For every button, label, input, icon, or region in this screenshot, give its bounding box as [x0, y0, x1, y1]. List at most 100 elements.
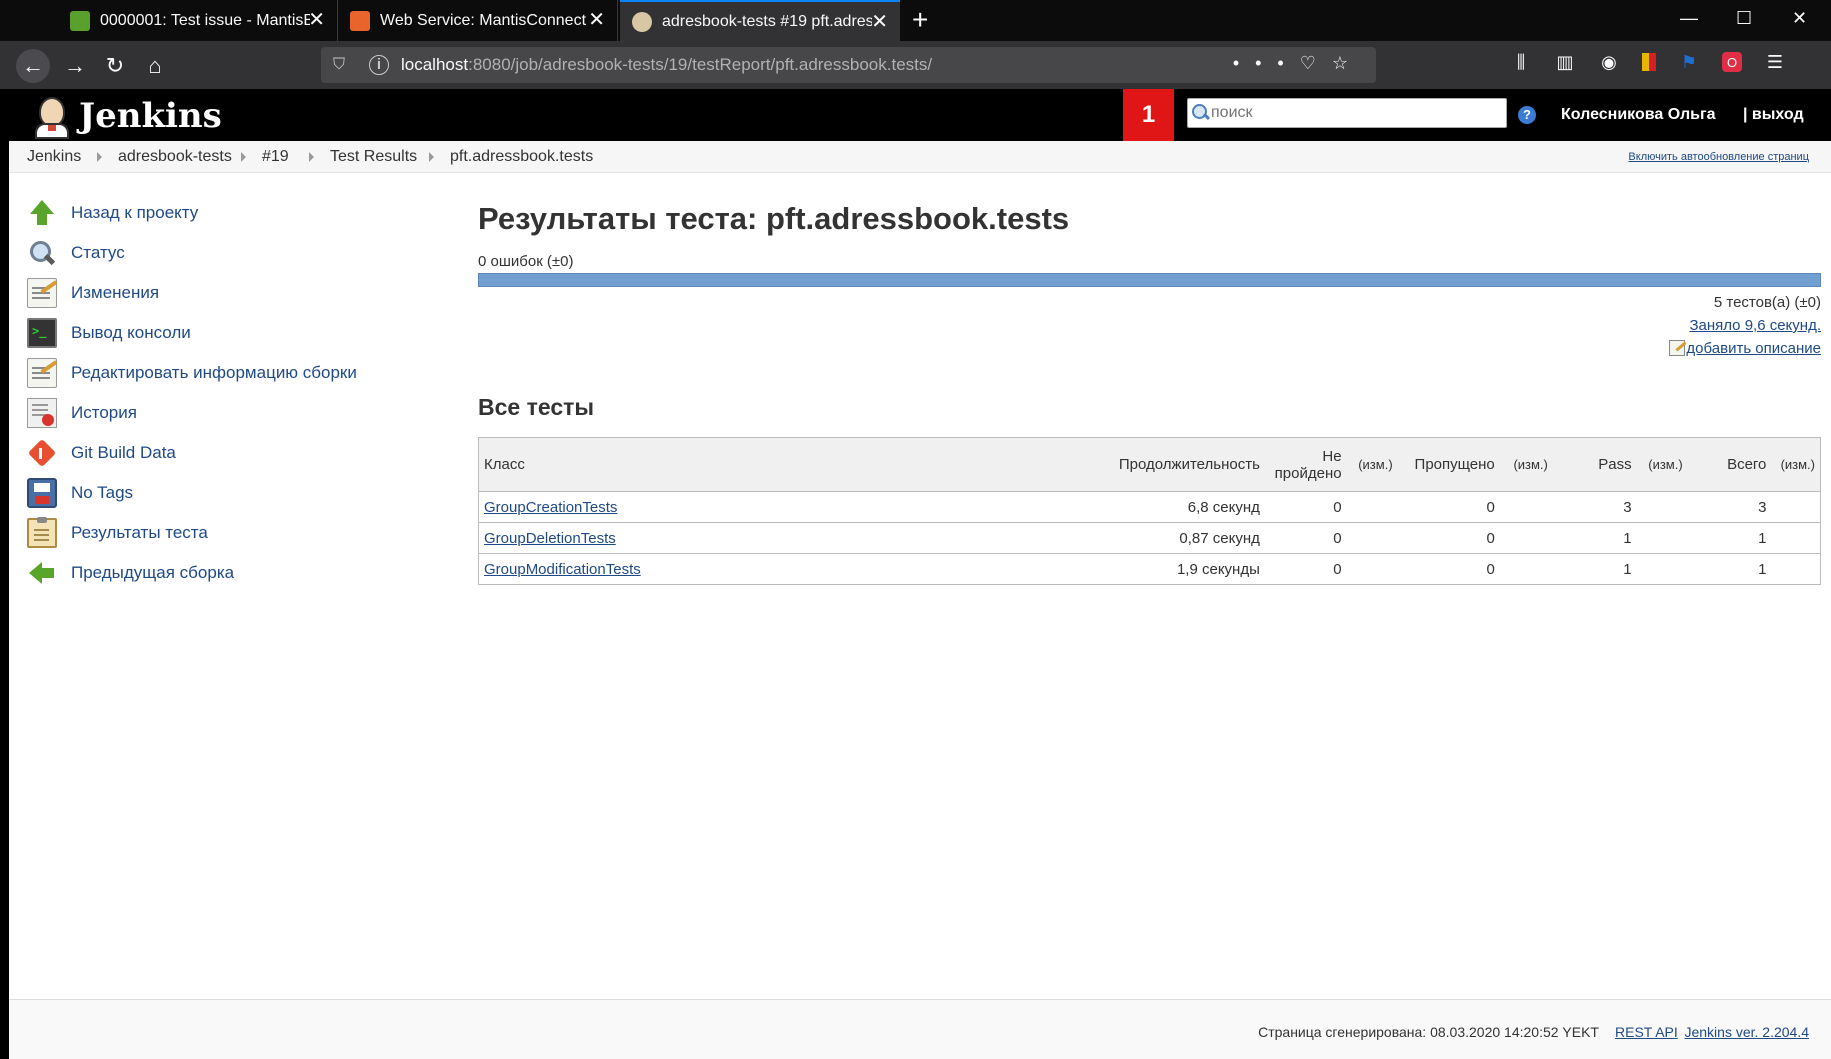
- breadcrumb-separator-icon: [241, 152, 246, 162]
- search-input[interactable]: [1211, 104, 1501, 122]
- sidebar-item-status[interactable]: Статус: [27, 233, 387, 273]
- close-icon[interactable]: ✕: [871, 11, 888, 33]
- sidebar-item-test-results[interactable]: Результаты теста: [27, 513, 387, 553]
- tab-mantisconnect[interactable]: Web Service: MantisConnect - Co ✕: [338, 0, 618, 41]
- shield-icon[interactable]: ⛉: [333, 56, 355, 74]
- rest-api-link[interactable]: REST API: [1615, 1024, 1678, 1040]
- table-row: GroupCreationTests 6,8 секунд 0 0 3 3: [478, 491, 1821, 523]
- page-title: Результаты теста: pft.adressbook.tests: [478, 201, 1070, 236]
- search-box[interactable]: [1187, 98, 1507, 128]
- sidebar-item-edit-build-info[interactable]: Редактировать информацию сборки: [27, 353, 387, 393]
- sidebar-item-label: Редактировать информацию сборки: [71, 363, 357, 382]
- column-header-failed[interactable]: Не пройдено: [1264, 437, 1347, 492]
- test-class-link[interactable]: GroupModificationTests: [484, 561, 641, 578]
- breadcrumb-test-results[interactable]: Test Results: [330, 148, 417, 166]
- sidebar-icon[interactable]: ▥: [1554, 51, 1576, 73]
- breadcrumb-separator-icon: [97, 152, 102, 162]
- table-row: GroupModificationTests 1,9 секунды 0 0 1…: [478, 553, 1821, 585]
- column-header-skipped[interactable]: Пропущено: [1397, 437, 1500, 492]
- sidebar-item-history[interactable]: История: [27, 393, 387, 433]
- cell-skipped: 0: [1397, 522, 1500, 554]
- notification-badge[interactable]: 1: [1123, 89, 1174, 141]
- url-bar[interactable]: ⛉ i localhost:8080/job/adresbook-tests/1…: [321, 47, 1376, 83]
- test-class-link[interactable]: GroupCreationTests: [484, 499, 617, 516]
- tab-mantis-issue[interactable]: 0000001: Test issue - MantisBT ✕: [58, 0, 338, 41]
- cell-skipped-diff: [1499, 491, 1553, 523]
- maximize-icon[interactable]: ☐: [1736, 8, 1752, 29]
- reload-icon[interactable]: ↻: [98, 49, 132, 83]
- cell-pass-diff: [1636, 491, 1688, 523]
- forward-icon[interactable]: →: [58, 49, 92, 83]
- sidebar-item-back-to-project[interactable]: Назад к проекту: [27, 193, 387, 233]
- left-arrow-icon: [27, 558, 57, 588]
- jenkins-version-link[interactable]: Jenkins ver. 2.204.4: [1684, 1024, 1809, 1040]
- cell-skipped: 0: [1397, 553, 1500, 585]
- sidebar-item-label: Изменения: [71, 283, 160, 302]
- mantis-favicon-icon: [350, 10, 370, 31]
- column-header-skipped-diff[interactable]: (изм.): [1499, 437, 1553, 492]
- new-tab-plus-icon[interactable]: +: [912, 4, 928, 36]
- tests-count: 5 тестов(а) (±0): [1713, 294, 1821, 311]
- jenkins-logo[interactable]: Jenkins: [31, 93, 222, 139]
- column-header-total[interactable]: Всего: [1687, 437, 1772, 492]
- library-icon[interactable]: ⫼: [1510, 51, 1532, 73]
- enable-autorefresh-link[interactable]: Включить автообновление страниц: [1628, 151, 1809, 163]
- column-header-failed-diff[interactable]: (изм.): [1346, 437, 1398, 492]
- duration-link[interactable]: Заняло 9,6 секунд.: [1689, 317, 1821, 334]
- back-icon[interactable]: ←: [16, 49, 50, 83]
- column-header-class[interactable]: Класс: [478, 437, 1038, 492]
- sidebar-item-git-build-data[interactable]: Git Build Data: [27, 433, 387, 473]
- cell-skipped-diff: [1499, 522, 1553, 554]
- help-icon[interactable]: ?: [1518, 106, 1536, 124]
- notepad-icon: [27, 278, 57, 308]
- cell-pass: 1: [1552, 553, 1637, 585]
- sidebar-item-previous-build[interactable]: Предыдущая сборка: [27, 553, 387, 593]
- cell-pass: 3: [1552, 491, 1637, 523]
- breadcrumb-build[interactable]: #19: [262, 148, 289, 166]
- minimize-icon[interactable]: —: [1680, 8, 1698, 29]
- column-header-pass[interactable]: Pass: [1552, 437, 1637, 492]
- column-header-pass-diff[interactable]: (изм.): [1636, 437, 1688, 492]
- test-class-link[interactable]: GroupDeletionTests: [484, 530, 616, 547]
- cell-failed: 0: [1264, 522, 1347, 554]
- breadcrumb-separator-icon: [429, 152, 434, 162]
- user-link[interactable]: Колесникова Ольга: [1561, 106, 1716, 124]
- cell-duration: 1,9 секунды: [1037, 553, 1265, 585]
- breadcrumb-package[interactable]: pft.adressbook.tests: [450, 148, 593, 166]
- sidebar-item-changes[interactable]: Изменения: [27, 273, 387, 313]
- cell-skipped: 0: [1397, 491, 1500, 523]
- info-icon[interactable]: i: [369, 55, 389, 75]
- column-header-total-diff[interactable]: (изм.): [1771, 437, 1821, 492]
- search-icon: [1191, 103, 1211, 123]
- url-text[interactable]: localhost:8080/job/adresbook-tests/19/te…: [401, 55, 932, 75]
- column-header-duration[interactable]: Продолжительность: [1037, 437, 1265, 492]
- summary-links: 5 тестов(а) (±0) Заняло 9,6 секунд. доба…: [478, 291, 1821, 360]
- logout-link[interactable]: | выход: [1743, 106, 1804, 124]
- cell-total: 1: [1687, 522, 1772, 554]
- tab-jenkins-report[interactable]: adresbook-tests #19 pft.adressb ✕: [620, 0, 900, 41]
- sidebar-item-console-output[interactable]: Вывод консоли: [27, 313, 387, 353]
- add-description-link[interactable]: добавить описание: [1686, 340, 1821, 357]
- account-icon[interactable]: ◉: [1598, 51, 1620, 73]
- close-icon[interactable]: ✕: [308, 9, 325, 31]
- breadcrumb: Jenkins adresbook-tests #19 Test Results…: [9, 141, 1831, 173]
- all-tests-heading: Все тесты: [478, 394, 595, 420]
- sidebar-item-no-tags[interactable]: No Tags: [27, 473, 387, 513]
- page-actions[interactable]: •••♡☆: [1233, 53, 1364, 74]
- bookmark-star-icon[interactable]: ☆: [1332, 53, 1364, 73]
- menu-icon[interactable]: ☰: [1764, 51, 1786, 73]
- window-close-icon[interactable]: ✕: [1792, 8, 1807, 29]
- tab-title: 0000001: Test issue - MantisBT: [100, 11, 310, 29]
- close-icon[interactable]: ✕: [588, 9, 605, 31]
- extension-flag-icon[interactable]: [1642, 53, 1656, 71]
- sidebar-item-label: No Tags: [71, 483, 134, 502]
- home-icon[interactable]: ⌂: [138, 49, 172, 83]
- cell-skipped-diff: [1499, 553, 1553, 585]
- extension-red-icon[interactable]: O: [1722, 52, 1742, 72]
- jenkins-favicon-icon: [632, 11, 652, 32]
- extension-blue-icon[interactable]: ⚑: [1678, 51, 1700, 73]
- pocket-icon[interactable]: ♡: [1300, 53, 1332, 73]
- breadcrumb-job[interactable]: adresbook-tests: [118, 148, 232, 166]
- more-icon[interactable]: •••: [1233, 53, 1300, 73]
- breadcrumb-jenkins[interactable]: Jenkins: [27, 148, 81, 166]
